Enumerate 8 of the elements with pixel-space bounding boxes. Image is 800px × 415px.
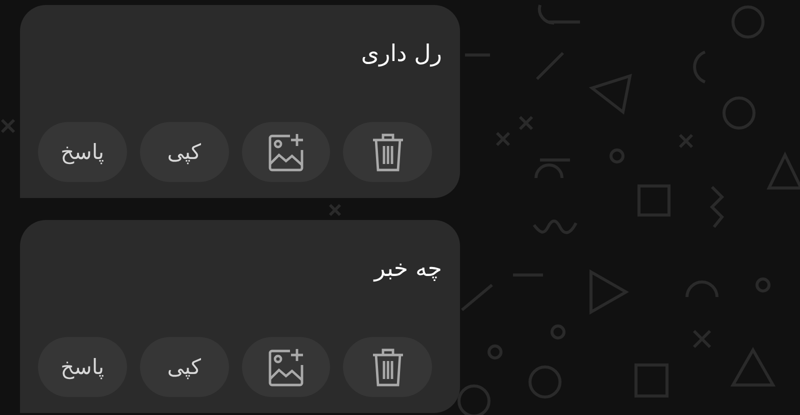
copy-button[interactable]: کپی: [140, 122, 228, 182]
reply-button[interactable]: پاسخ: [38, 337, 127, 397]
reply-button[interactable]: پاسخ: [38, 122, 127, 182]
copy-button[interactable]: کپی: [140, 337, 228, 397]
trash-icon: [370, 132, 405, 172]
trash-icon: [370, 347, 405, 387]
message-text: رل داری: [361, 40, 442, 69]
message-text: چه خبر: [374, 255, 442, 284]
